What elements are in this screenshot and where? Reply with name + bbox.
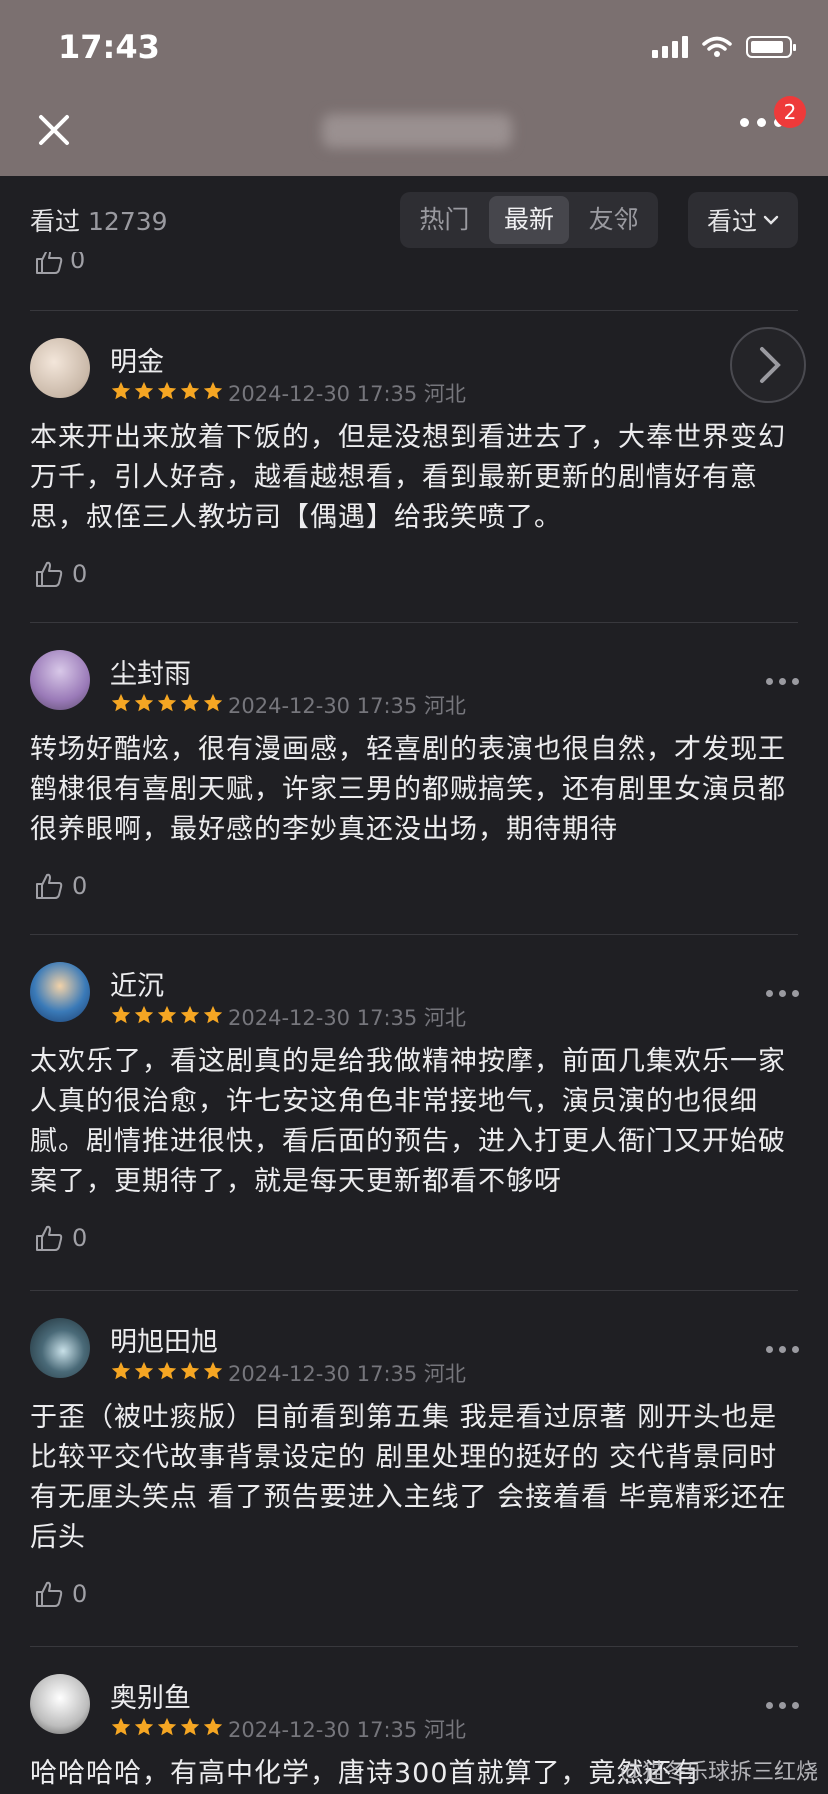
comment-meta: 2024-12-30 17:35 河北 [228,694,466,718]
username[interactable]: 尘封雨 [110,652,191,691]
tab-hot[interactable]: 热门 [404,196,485,244]
star-rating [110,1360,224,1382]
avatar[interactable] [30,1318,90,1378]
star-icon [180,1717,200,1736]
sort-tabs: 热门 最新 友邻 [400,192,658,248]
viewed-filter-dropdown[interactable]: 看过 [688,192,798,248]
divider [30,310,798,311]
previous-like-button[interactable]: 0 [34,252,85,280]
comment-meta: 2024-12-30 17:35 河北 [228,1362,466,1386]
chevron-down-icon [763,215,779,225]
comment-meta: 2024-12-30 17:35 河北 [228,382,466,406]
star-icon [157,1005,177,1024]
blurred-page-title [322,114,512,148]
star-icon [180,693,200,712]
status-time: 17:43 [58,28,160,66]
comment-text: 于歪（被吐痰版）目前看到第五集 我是看过原著 刚开头也是比较平交代故事背景设定的… [30,1402,787,1553]
comment-more-icon[interactable] [766,678,799,685]
divider [30,934,798,935]
like-button[interactable]: 0 [34,560,87,588]
star-icon [203,381,223,400]
avatar[interactable] [30,962,90,1022]
tab-friends[interactable]: 友邻 [573,196,654,244]
star-icon [134,1717,154,1736]
star-icon [203,1717,223,1736]
cellular-signal-icon [652,36,688,58]
viewed-filter-label: 看过 [706,207,757,236]
thumbs-up-icon [36,252,63,274]
star-icon [203,693,223,712]
tab-latest[interactable]: 最新 [488,196,570,244]
viewed-count: 12739 [88,207,168,236]
star-rating [110,1004,224,1026]
username[interactable]: 近沉 [110,964,164,1003]
star-icon [134,1005,154,1024]
username[interactable]: 明旭田旭 [110,1320,218,1359]
watermark: @猫冬乐球拆三红烧 [620,1760,819,1785]
comment-meta: 2024-12-30 17:35 河北 [228,1006,466,1030]
like-button[interactable]: 0 [34,1224,87,1252]
star-icon [134,381,154,400]
comment-meta: 2024-12-30 17:35 河北 [228,1718,466,1742]
comment-text: 转场好酷炫，很有漫画感，轻喜剧的表演也很自然，才发现王鹤棣很有喜剧天赋，许家三男… [30,734,786,845]
like-button[interactable]: 0 [34,1580,87,1608]
star-rating [110,692,224,714]
thumbs-up-icon [36,561,63,587]
battery-icon [746,36,796,58]
comment-more-icon[interactable] [766,990,799,997]
notification-badge: 2 [774,96,806,128]
star-icon [180,381,200,400]
star-icon [134,1361,154,1380]
avatar[interactable] [30,650,90,710]
star-icon [157,1717,177,1736]
star-icon [157,1361,177,1380]
status-icons [652,36,796,58]
filter-bar: 看过 12739 热门 最新 友邻 看过 [0,176,828,266]
like-button[interactable]: 0 [34,872,87,900]
star-icon [203,1361,223,1380]
next-arrow-button[interactable] [730,327,806,403]
star-icon [111,1717,131,1736]
comment-more-icon[interactable] [766,1702,799,1709]
comment-text: 本来开出来放着下饭的，但是没想到看进去了，大奉世界变幻万千，引人好奇，越看越想看… [30,422,786,533]
star-icon [111,693,131,712]
thumbs-up-icon [36,1225,63,1251]
star-icon [134,693,154,712]
comment-more-icon[interactable] [766,1346,799,1353]
star-rating [110,1716,224,1738]
comment-text: 太欢乐了，看这剧真的是给我做精神按摩，前面几集欢乐一家人真的很治愈，许七安这角色… [30,1046,786,1197]
thumbs-up-icon [36,873,63,899]
header-bar: 17:43 2 [0,0,828,176]
star-icon [111,381,131,400]
like-count: 0 [70,252,86,274]
star-icon [157,693,177,712]
like-count: 0 [72,1580,88,1608]
star-icon [180,1005,200,1024]
like-count: 0 [72,1224,88,1252]
star-icon [203,1005,223,1024]
star-icon [111,1005,131,1024]
viewed-label: 看过 [30,207,81,236]
like-count: 0 [72,560,88,588]
like-count: 0 [72,872,88,900]
username[interactable]: 明金 [110,340,164,379]
username[interactable]: 奥别鱼 [110,1676,191,1715]
divider [30,1290,798,1291]
star-icon [180,1361,200,1380]
viewed-summary: 看过 12739 [30,202,168,238]
divider [30,622,798,623]
chevron-right-icon [760,347,781,383]
thumbs-up-icon [36,1581,63,1607]
divider [30,1646,798,1647]
star-icon [157,381,177,400]
star-rating [110,380,224,402]
avatar[interactable] [30,338,90,398]
avatar[interactable] [30,1674,90,1734]
close-icon[interactable] [30,106,78,154]
wifi-icon [702,36,732,57]
star-icon [111,1361,131,1380]
